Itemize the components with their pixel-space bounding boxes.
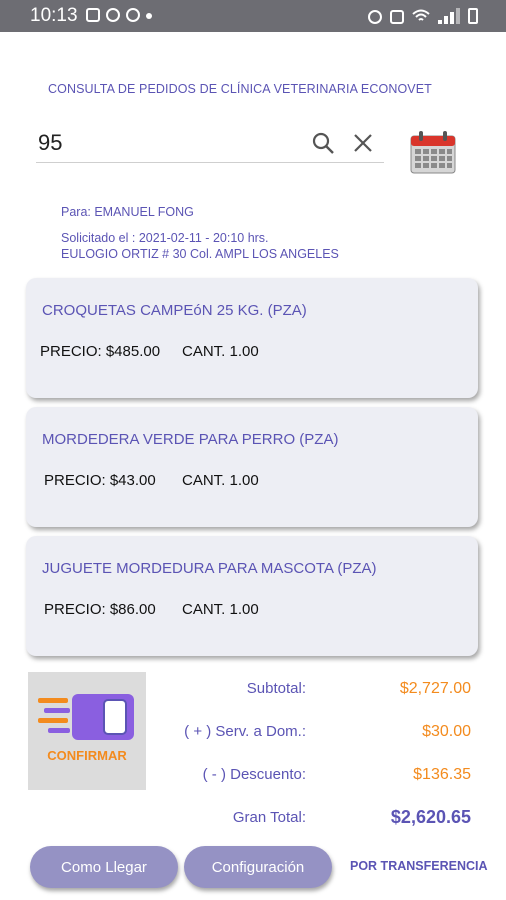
blocked-icon [126,8,140,22]
order-item-card[interactable]: CROQUETAS CAMPEóN 25 KG. (PZA) PRECIO: $… [26,278,478,398]
item-name: JUGUETE MORDEDURA PARA MASCOTA (PZA) [42,560,377,577]
confirm-label: CONFIRMAR [47,748,127,763]
discount-value: $136.35 [413,766,471,783]
whatsapp-icon [106,8,120,22]
alarm-icon [368,10,382,24]
delivery-fee-value: $30.00 [422,723,471,740]
delivery-fee-label: ( + ) Serv. a Dom.: [184,723,306,740]
grand-total-value: $2,620.65 [390,807,471,827]
item-name: MORDEDERA VERDE PARA PERRO (PZA) [42,431,339,448]
item-price: PRECIO: $485.00 [40,343,161,360]
subtotal-value: $2,727.00 [399,680,471,697]
item-name: CROQUETAS CAMPEóN 25 KG. (PZA) [42,302,307,319]
order-item-card[interactable]: MORDEDERA VERDE PARA PERRO (PZA) PRECIO:… [26,407,478,527]
order-item-card[interactable]: JUGUETE MORDEDURA PARA MASCOTA (PZA) PRE… [26,536,478,656]
page-title: CONSULTA DE PEDIDOS DE CLÍNICA VETERINAR… [48,82,432,96]
image-icon [86,8,100,22]
item-price: PRECIO: $43.00 [44,472,156,489]
search-icon[interactable] [312,132,334,154]
status-bar: 10:13 [0,0,506,32]
card-payment-icon [38,694,134,740]
item-price: PRECIO: $86.00 [44,601,156,618]
search-input[interactable]: 95 [38,130,62,156]
item-quantity: CANT. 1.00 [182,601,259,618]
grand-total-label: Gran Total: [232,809,306,826]
subtotal-label: Subtotal: [246,680,306,697]
status-time: 10:13 [30,5,78,26]
order-date: Solicitado el : 2021-02-11 - 20:10 hrs. [61,231,269,245]
close-icon[interactable] [352,132,374,154]
discount-label: ( - ) Descuento: [202,766,306,783]
signal-icon [438,8,460,24]
confirm-button[interactable]: CONFIRMAR [28,672,146,790]
notification-dot-icon [146,13,152,19]
order-recipient: Para: EMANUEL FONG [61,205,194,219]
mute-icon [390,10,404,24]
calendar-icon[interactable] [410,130,456,174]
transfer-button[interactable]: POR TRANSFERENCIA [350,859,488,873]
battery-icon [468,8,478,24]
search-box[interactable]: 95 [36,124,384,163]
directions-button[interactable]: Como Llegar [30,846,178,888]
item-quantity: CANT. 1.00 [182,343,259,360]
wifi-icon [412,9,430,21]
settings-button[interactable]: Configuración [184,846,332,888]
order-address: EULOGIO ORTIZ # 30 Col. AMPL LOS ANGELES [61,247,339,261]
item-quantity: CANT. 1.00 [182,472,259,489]
